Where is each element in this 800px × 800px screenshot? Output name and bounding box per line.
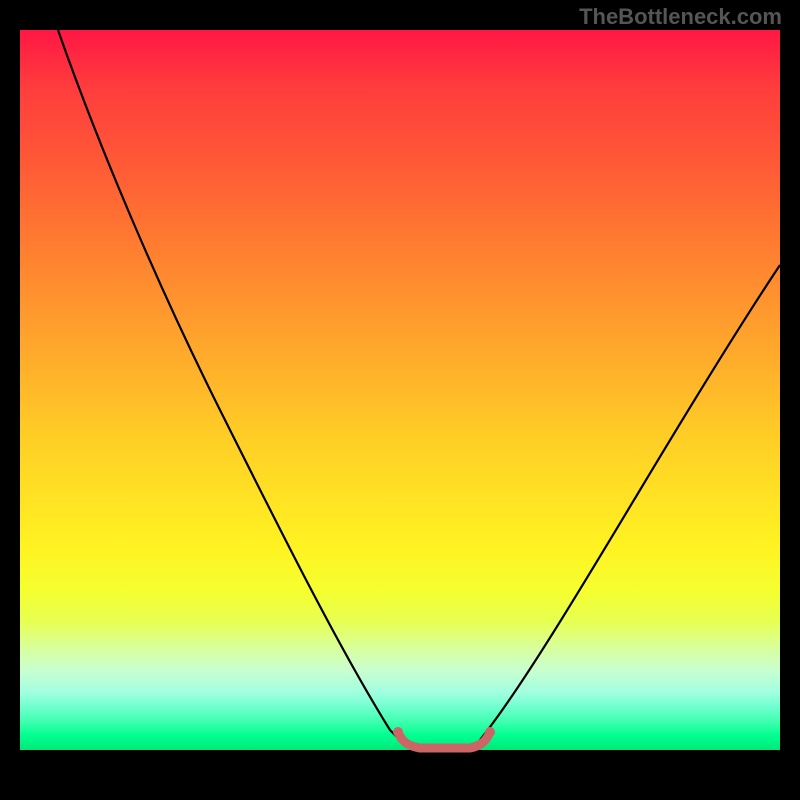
- watermark-text: TheBottleneck.com: [579, 4, 782, 30]
- marker-dot-left: [393, 727, 403, 737]
- chart-area: [20, 30, 780, 790]
- marker-dot-right: [485, 727, 495, 737]
- optimal-marker: [398, 732, 490, 748]
- curve-overlay: [20, 30, 780, 790]
- curve-left: [58, 30, 400, 740]
- curve-right: [480, 265, 780, 740]
